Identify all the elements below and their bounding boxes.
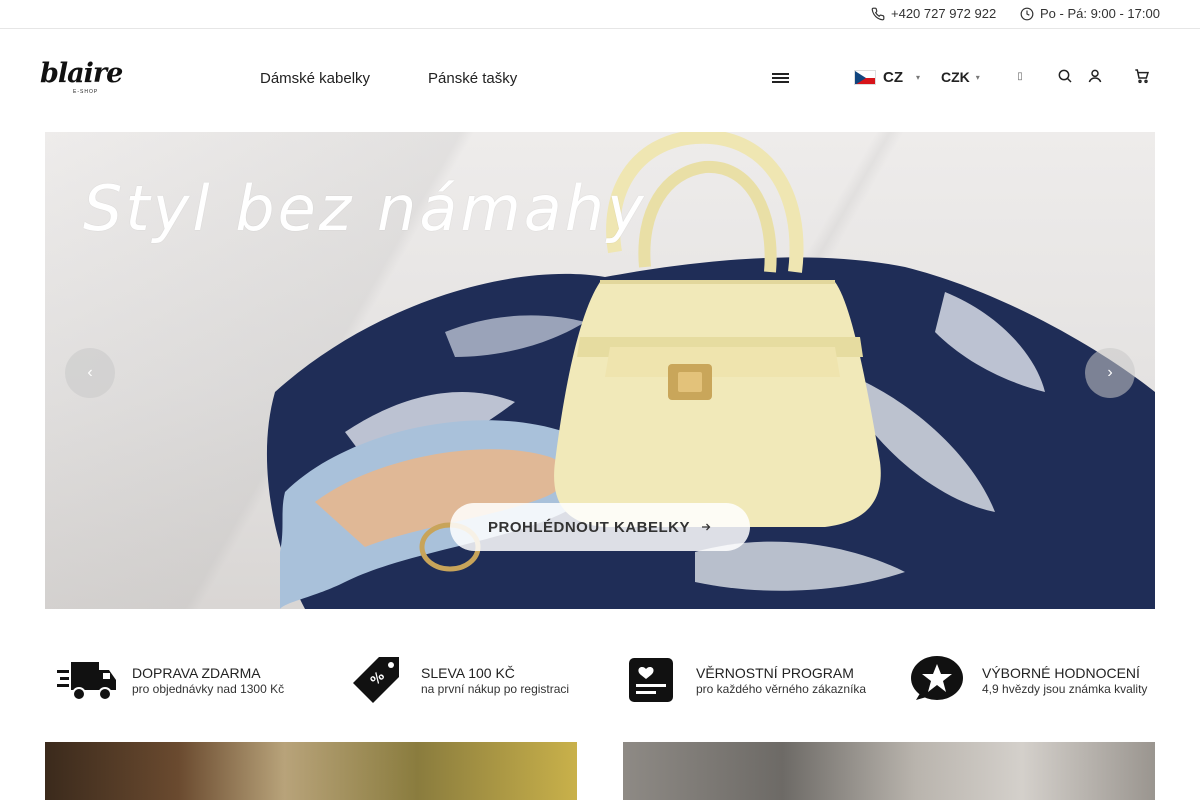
chevron-down-icon: ▾ xyxy=(916,73,921,82)
benefit-description: pro objednávky nad 1300 Kč xyxy=(132,681,285,696)
language-code: CZ xyxy=(883,69,903,86)
category-image-mens[interactable] xyxy=(623,742,1155,800)
chevron-right-icon: › xyxy=(1107,364,1113,381)
search-icon[interactable] xyxy=(1057,68,1073,84)
phone-contact[interactable]: +420 727 972 922 xyxy=(871,6,996,21)
discount-tag-icon: % xyxy=(345,653,407,707)
logo-subtitle: E-SHOP xyxy=(73,89,99,95)
nav-panske-tasky[interactable]: Pánské tašky xyxy=(428,70,517,87)
category-image-womens[interactable] xyxy=(45,742,577,800)
browse-handbags-label: PROHLÉDNOUT KABELKY xyxy=(487,518,690,536)
carousel-next-button[interactable]: › xyxy=(1085,348,1135,398)
benefit-discount: % SLEVA 100 KČ na první nákup po registr… xyxy=(345,650,569,710)
czech-flag-icon xyxy=(854,70,876,85)
cart-icon[interactable] xyxy=(1134,68,1150,84)
phone-number: +420 727 972 922 xyxy=(891,6,997,21)
logo-wordmark: blaire xyxy=(40,58,123,89)
chevron-down-icon: ▾ xyxy=(975,72,980,82)
clock-icon xyxy=(1020,7,1034,20)
wishlist-icon[interactable]: ▯ xyxy=(1016,71,1024,83)
currency-code: CZK xyxy=(941,69,970,85)
truck-icon xyxy=(56,653,118,707)
menu-icon[interactable] xyxy=(772,73,789,84)
benefit-description: na první nákup po registraci xyxy=(421,681,570,696)
benefit-description: pro každého věrného zákazníka xyxy=(696,681,867,696)
benefit-title: VÝBORNÉ HODNOCENÍ xyxy=(982,664,1140,681)
hero-title: Styl bez námahy xyxy=(83,172,647,245)
benefit-loyalty: VĚRNOSTNÍ PROGRAM pro každého věrného zá… xyxy=(620,650,866,710)
currency-selector[interactable]: CZK ▾ xyxy=(941,69,980,85)
language-selector[interactable]: CZ ▾ xyxy=(854,69,920,86)
loyalty-card-icon xyxy=(620,653,682,707)
user-icon[interactable] xyxy=(1087,68,1103,84)
opening-hours: Po - Pá: 9:00 - 17:00 xyxy=(1020,6,1160,21)
top-bar: +420 727 972 922 Po - Pá: 9:00 - 17:00 xyxy=(0,0,1200,29)
star-bubble-icon xyxy=(906,653,968,707)
benefit-title: DOPRAVA ZDARMA xyxy=(132,664,261,681)
benefit-title: SLEVA 100 KČ xyxy=(421,664,515,681)
opening-hours-text: Po - Pá: 9:00 - 17:00 xyxy=(1040,6,1160,21)
browse-handbags-button[interactable]: PROHLÉDNOUT KABELKY xyxy=(450,503,750,551)
hero-banner[interactable]: Styl bez námahy ‹ › PROHLÉDNOUT KABELKY xyxy=(45,132,1155,609)
benefit-rating: VÝBORNÉ HODNOCENÍ 4,9 hvězdy jsou známka… xyxy=(906,650,1147,710)
phone-icon xyxy=(871,7,885,20)
arrow-right-icon xyxy=(702,523,711,531)
site-header: blaire E-SHOP Dámské kabelky Pánské tašk… xyxy=(0,29,1200,129)
chevron-left-icon: ‹ xyxy=(87,364,93,381)
benefit-description: 4,9 hvězdy jsou známka kvality xyxy=(982,681,1148,696)
benefit-title: VĚRNOSTNÍ PROGRAM xyxy=(696,664,854,681)
carousel-prev-button[interactable]: ‹ xyxy=(65,348,115,398)
benefit-free-shipping: DOPRAVA ZDARMA pro objednávky nad 1300 K… xyxy=(56,650,284,710)
nav-damske-kabelky[interactable]: Dámské kabelky xyxy=(260,70,370,87)
logo[interactable]: blaire E-SHOP xyxy=(40,59,136,97)
